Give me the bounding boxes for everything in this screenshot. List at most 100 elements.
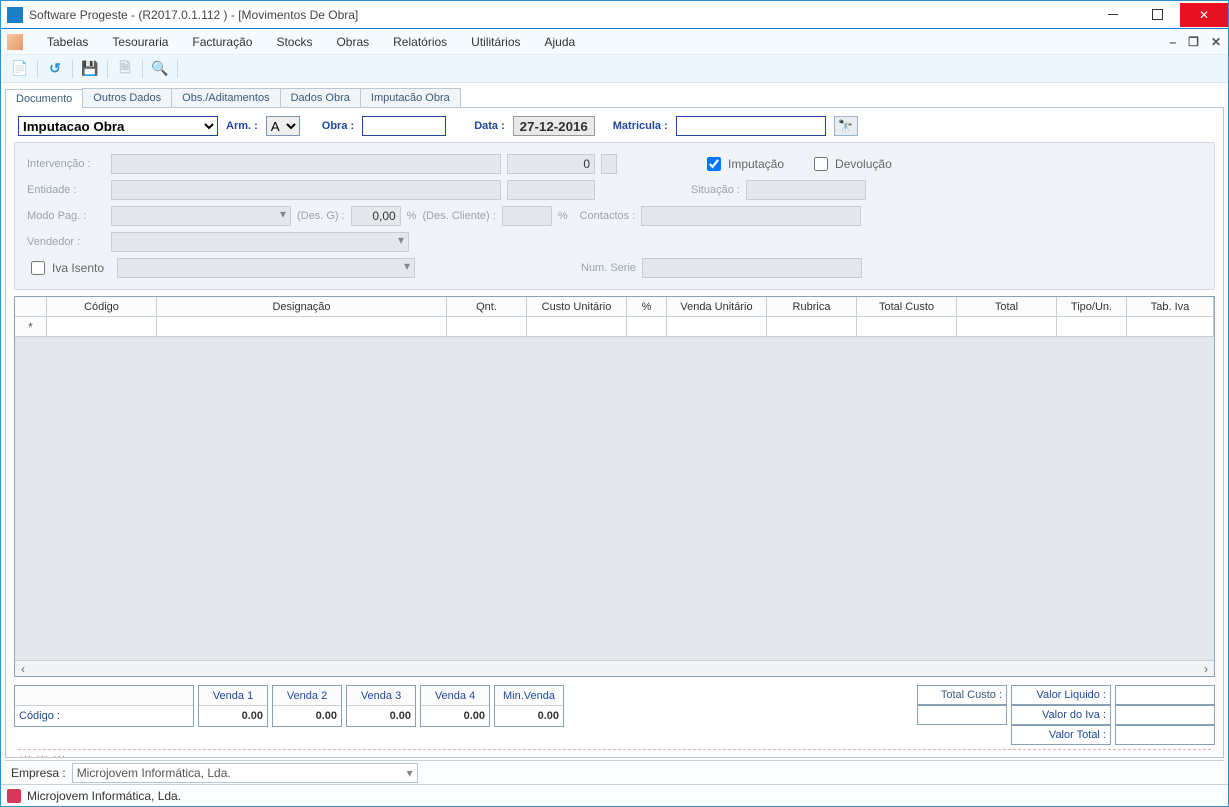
col-tabiva[interactable]: Tab. Iva [1127, 297, 1214, 316]
modopag-label: Modo Pag. : [27, 210, 105, 222]
valor-total-label: Valor Total : [1011, 725, 1111, 745]
entidade-label: Entidade : [27, 184, 105, 196]
entidade-extra[interactable] [507, 180, 595, 200]
col-venda-unit[interactable]: Venda Unitário [667, 297, 767, 316]
col-qnt[interactable]: Qnt. [447, 297, 527, 316]
statusbar: Microjovem Informática, Lda. [1, 784, 1228, 806]
new-doc-icon[interactable]: 📄 [9, 58, 31, 80]
contactos-input[interactable] [641, 206, 861, 226]
menu-utilitarios[interactable]: Utilitários [459, 29, 532, 54]
venda2-box: Venda 2 0.00 [272, 685, 342, 727]
scroll-left-icon[interactable]: ‹ [15, 662, 31, 676]
devolucao-check-input[interactable] [814, 157, 828, 171]
window-title: Software Progeste - (R2017.0.1.112 ) - [… [29, 8, 1090, 22]
tab-dados-obra[interactable]: Dados Obra [280, 88, 361, 107]
empresa-select[interactable]: Microjovem Informática, Lda. ▾ [72, 763, 418, 783]
ivaisento-check-input[interactable] [31, 261, 45, 275]
close-button[interactable] [1180, 3, 1228, 27]
tab-imputacao-obra[interactable]: Imputacão Obra [360, 88, 461, 107]
codigo-label: Código : [15, 706, 193, 726]
venda3-box: Venda 3 0.00 [346, 685, 416, 727]
undo-icon[interactable]: ↺ [44, 58, 66, 80]
valor-total-value [1115, 725, 1215, 745]
modopag-select[interactable]: ▾ [111, 206, 291, 226]
col-tipoun[interactable]: Tipo/Un. [1057, 297, 1127, 316]
minimize-button[interactable] [1090, 3, 1135, 27]
data-label: Data : [474, 120, 505, 132]
col-codigo[interactable]: Código [47, 297, 157, 316]
obra-label: Obra : [322, 120, 354, 132]
menu-tabelas[interactable]: Tabelas [35, 29, 100, 54]
menu-ajuda[interactable]: Ajuda [533, 29, 588, 54]
imputacao-checkbox[interactable]: Imputação [703, 154, 784, 174]
document-tabs: Documento Outros Dados Obs./Aditamentos … [1, 83, 1228, 107]
valor-iva-value [1115, 705, 1215, 725]
valor-liquido-value [1115, 685, 1215, 705]
vendedor-select[interactable]: ▾ [111, 232, 409, 252]
devolucao-checkbox[interactable]: Devolução [810, 154, 892, 174]
mdi-icon [7, 34, 23, 50]
mdi-restore-icon[interactable]: ❐ [1185, 35, 1202, 49]
status-text: Microjovem Informática, Lda. [27, 789, 181, 803]
data-field[interactable] [513, 116, 595, 136]
menu-facturacao[interactable]: Facturação [180, 29, 264, 54]
contactos-label: Contactos : [580, 210, 636, 222]
codigo-box: Código : [14, 685, 194, 727]
menu-relatorios[interactable]: Relatórios [381, 29, 459, 54]
titlebar: Software Progeste - (R2017.0.1.112 ) - [… [1, 1, 1228, 29]
search-icon[interactable]: 🔍 [149, 58, 171, 80]
lines-grid[interactable]: Código Designação Qnt. Custo Unitário % … [14, 296, 1215, 677]
tab-documento[interactable]: Documento [5, 89, 83, 108]
col-total-custo[interactable]: Total Custo [857, 297, 957, 316]
col-rubrica[interactable]: Rubrica [767, 297, 857, 316]
vendedor-label: Vendedor : [27, 236, 105, 248]
grid-hscroll[interactable]: ‹ › [15, 660, 1214, 676]
desccliente-input[interactable] [502, 206, 552, 226]
empresa-bar: Empresa : Microjovem Informática, Lda. ▾ [5, 760, 1224, 784]
imputacao-check-input[interactable] [707, 157, 721, 171]
page-icon: 🗎 [114, 58, 136, 80]
app-icon [7, 7, 23, 23]
chevron-down-icon: ▾ [407, 766, 413, 780]
col-total[interactable]: Total [957, 297, 1057, 316]
grid-body[interactable]: * [15, 317, 1214, 660]
intervencao-num[interactable]: 0 [507, 154, 595, 174]
grid-new-row[interactable]: * [15, 317, 1214, 337]
ivaisento-checkbox[interactable]: Iva Isento [27, 258, 111, 278]
totals-panel: Total Custo : Valor Liquido : Valor do I… [917, 685, 1215, 745]
bottom-panels: Código : Venda 1 0.00 Venda 2 0.00 Venda… [12, 679, 1217, 745]
maximize-button[interactable] [1135, 3, 1180, 27]
obra-input[interactable] [362, 116, 446, 136]
mdi-close-icon[interactable]: ✕ [1208, 35, 1224, 49]
matricula-input[interactable] [676, 116, 826, 136]
mdi-minimize-icon[interactable]: – [1166, 35, 1179, 49]
scroll-right-icon[interactable]: › [1198, 662, 1214, 676]
tab-content: Imputacao Obra Arm. : A Obra : Data : Ma… [5, 107, 1224, 758]
col-designacao[interactable]: Designação [157, 297, 447, 316]
col-custo-unit[interactable]: Custo Unitário [527, 297, 627, 316]
intervencao-label: Intervenção : [27, 158, 105, 170]
tab-outros-dados[interactable]: Outros Dados [82, 88, 172, 107]
menu-stocks[interactable]: Stocks [264, 29, 324, 54]
empresa-label: Empresa : [11, 766, 66, 780]
mdi-controls: – ❐ ✕ [1166, 35, 1224, 49]
situacao-input[interactable] [746, 180, 866, 200]
menu-obras[interactable]: Obras [324, 29, 381, 54]
arm-select[interactable]: A [266, 116, 300, 136]
pct1: % [407, 210, 417, 222]
save-icon: 💾 [79, 58, 101, 80]
numserie-input[interactable] [642, 258, 862, 278]
intervencao-input[interactable] [111, 154, 501, 174]
doc-header-row: Imputacao Obra Arm. : A Obra : Data : Ma… [12, 114, 1217, 142]
search-matricula-icon[interactable]: 🔭 [834, 116, 858, 136]
menu-tesouraria[interactable]: Tesouraria [100, 29, 180, 54]
desccliente-label: (Des. Cliente) : [422, 210, 495, 222]
intervencao-lookup[interactable] [601, 154, 617, 174]
doc-type-select[interactable]: Imputacao Obra [18, 116, 218, 136]
col-pct[interactable]: % [627, 297, 667, 316]
descg-input[interactable]: 0,00 [351, 206, 401, 226]
ivaisento-select[interactable]: ▾ [117, 258, 415, 278]
status-icon [7, 789, 21, 803]
entidade-input[interactable] [111, 180, 501, 200]
tab-obs-aditamentos[interactable]: Obs./Aditamentos [171, 88, 280, 107]
